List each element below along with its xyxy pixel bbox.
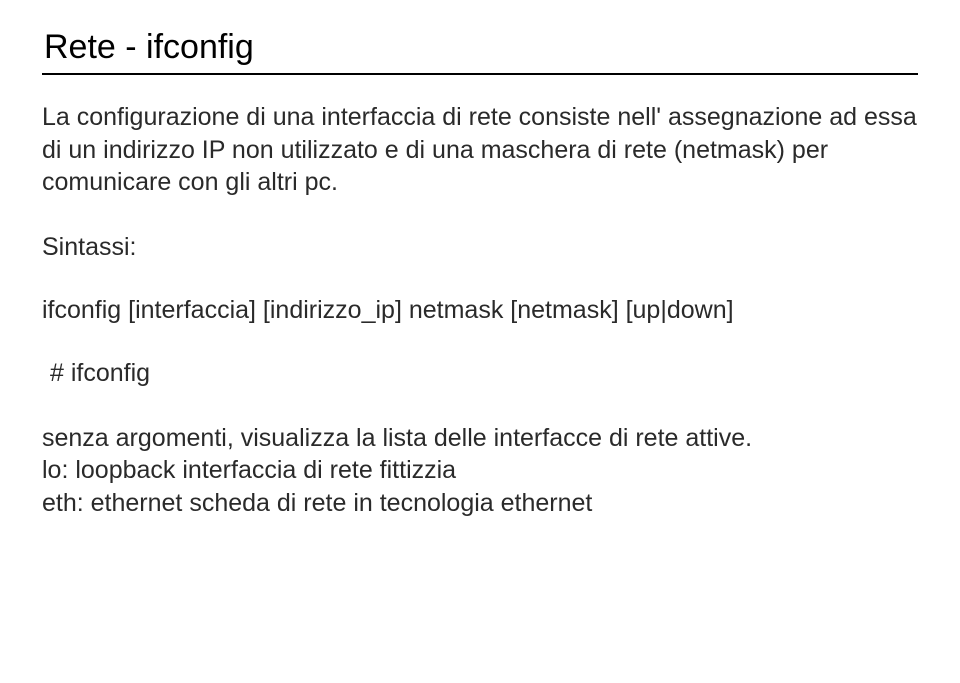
syntax-line: ifconfig [interfaccia] [indirizzo_ip] ne… xyxy=(42,296,918,325)
page-title: Rete - ifconfig xyxy=(42,28,918,67)
command-example: # ifconfig xyxy=(50,359,918,388)
description-line-1: senza argomenti, visualizza la lista del… xyxy=(42,424,752,452)
description: senza argomenti, visualizza la lista del… xyxy=(42,422,918,520)
description-line-3: eth: ethernet scheda di rete in tecnolog… xyxy=(42,489,592,517)
title-divider xyxy=(42,73,918,75)
syntax-label: Sintassi: xyxy=(42,233,918,262)
slide: Rete - ifconfig La configurazione di una… xyxy=(0,0,960,683)
intro-paragraph: La configurazione di una interfaccia di … xyxy=(42,101,918,199)
description-line-2: lo: loopback interfaccia di rete fittizz… xyxy=(42,456,456,484)
